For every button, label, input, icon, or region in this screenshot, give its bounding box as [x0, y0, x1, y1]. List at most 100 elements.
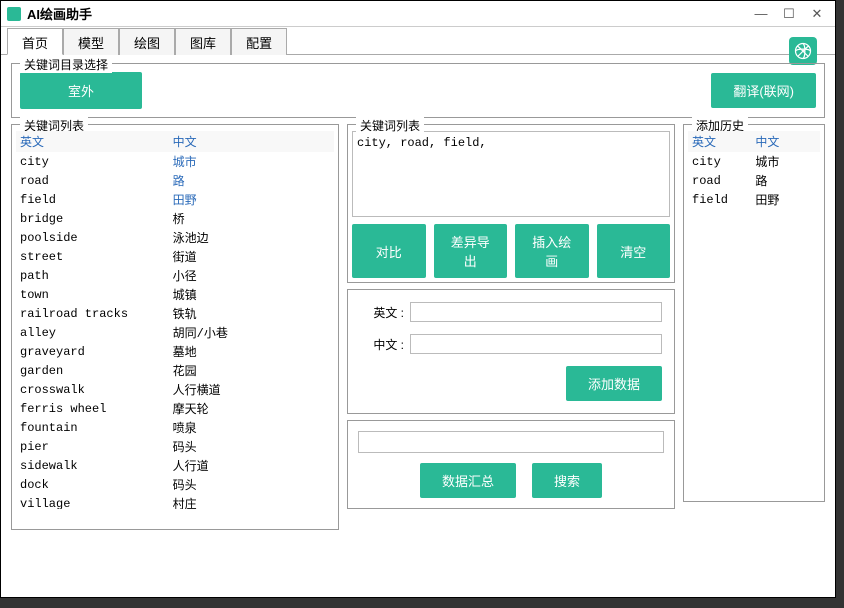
cell-en: pier — [16, 437, 169, 456]
table-row[interactable]: city城市 — [16, 152, 334, 171]
tab-0[interactable]: 首页 — [7, 28, 63, 55]
translate-button[interactable]: 翻译(联网) — [711, 73, 816, 108]
cell-en: city — [16, 152, 169, 171]
keyword-hscroll[interactable] — [16, 509, 334, 525]
tab-4[interactable]: 配置 — [231, 28, 287, 55]
table-row[interactable]: graveyard墓地 — [16, 342, 334, 361]
add-data-button[interactable]: 添加数据 — [566, 366, 662, 401]
cell-cn: 墓地 — [169, 342, 334, 361]
cell-en: graveyard — [16, 342, 169, 361]
cell-cn: 摩天轮 — [169, 399, 334, 418]
table-row[interactable]: street街道 — [16, 247, 334, 266]
cell-cn: 小径 — [169, 266, 334, 285]
outdoor-button[interactable]: 室外 — [20, 72, 142, 109]
col-en[interactable]: 英文 — [16, 131, 169, 152]
app-window: AI绘画助手 — ☐ ✕ 首页模型绘图图库配置 关键词目录选择 室外 翻译(联网… — [0, 0, 836, 598]
table-row[interactable]: bridge桥 — [16, 209, 334, 228]
cell-en: railroad tracks — [16, 304, 169, 323]
table-row[interactable]: fountain喷泉 — [16, 418, 334, 437]
search-panel: 数据汇总 搜索 — [347, 420, 675, 509]
cn-label: 中文 : — [360, 336, 404, 353]
table-row[interactable]: road路 — [16, 171, 334, 190]
cell-cn: 城市 — [751, 152, 820, 171]
table-row[interactable]: path小径 — [16, 266, 334, 285]
history-scroll[interactable]: 英文 中文 city城市road路field田野 — [688, 131, 820, 481]
tab-3[interactable]: 图库 — [175, 28, 231, 55]
maximize-button[interactable]: ☐ — [777, 5, 801, 23]
table-row[interactable]: town城镇 — [16, 285, 334, 304]
selected-keywords-textarea[interactable] — [352, 131, 670, 217]
table-row[interactable]: village村庄 — [16, 494, 334, 509]
table-row[interactable]: alley胡同/小巷 — [16, 323, 334, 342]
close-button[interactable]: ✕ — [805, 5, 829, 23]
cell-cn: 铁轨 — [169, 304, 334, 323]
hist-col-cn[interactable]: 中文 — [751, 131, 820, 152]
history-panel: 添加历史 英文 中文 city城市road路field田野 — [683, 124, 825, 502]
cn-input[interactable] — [410, 334, 662, 354]
search-input[interactable] — [358, 431, 664, 453]
compare-button[interactable]: 对比 — [352, 224, 426, 278]
cell-cn: 桥 — [169, 209, 334, 228]
cell-en: poolside — [16, 228, 169, 247]
cell-en: field — [688, 190, 751, 209]
cell-en: crosswalk — [16, 380, 169, 399]
cell-en: ferris wheel — [16, 399, 169, 418]
clear-button[interactable]: 清空 — [597, 224, 671, 278]
table-row[interactable]: city城市 — [688, 152, 820, 171]
cell-en: field — [16, 190, 169, 209]
search-button[interactable]: 搜索 — [532, 463, 602, 498]
cell-cn: 码头 — [169, 475, 334, 494]
cell-en: sidewalk — [16, 456, 169, 475]
cell-cn: 城市 — [169, 152, 334, 171]
table-row[interactable]: railroad tracks铁轨 — [16, 304, 334, 323]
table-row[interactable]: poolside泳池边 — [16, 228, 334, 247]
table-row[interactable]: field田野 — [688, 190, 820, 209]
cell-en: dock — [16, 475, 169, 494]
col-cn[interactable]: 中文 — [169, 131, 334, 152]
cell-cn: 城镇 — [169, 285, 334, 304]
selected-legend: 关键词列表 — [356, 117, 424, 134]
window-title: AI绘画助手 — [27, 4, 745, 23]
cell-cn: 泳池边 — [169, 228, 334, 247]
cell-en: road — [16, 171, 169, 190]
history-hscroll[interactable] — [688, 481, 820, 497]
minimize-button[interactable]: — — [749, 5, 773, 23]
table-row[interactable]: ferris wheel摩天轮 — [16, 399, 334, 418]
cell-en: alley — [16, 323, 169, 342]
cell-en: town — [16, 285, 169, 304]
en-input[interactable] — [410, 302, 662, 322]
en-label: 英文 : — [360, 304, 404, 321]
table-row[interactable]: garden花园 — [16, 361, 334, 380]
cell-cn: 田野 — [169, 190, 334, 209]
history-table: 英文 中文 city城市road路field田野 — [688, 131, 820, 209]
cell-en: fountain — [16, 418, 169, 437]
cell-en: village — [16, 494, 169, 509]
keyword-table: 英文 中文 city城市road路field田野bridge桥poolside泳… — [16, 131, 334, 509]
tab-1[interactable]: 模型 — [63, 28, 119, 55]
table-row[interactable]: sidewalk人行道 — [16, 456, 334, 475]
title-bar: AI绘画助手 — ☐ ✕ — [1, 1, 835, 27]
cell-cn: 街道 — [169, 247, 334, 266]
data-summary-button[interactable]: 数据汇总 — [420, 463, 516, 498]
app-icon — [7, 7, 21, 21]
tab-bar: 首页模型绘图图库配置 — [1, 27, 835, 55]
keyword-table-scroll[interactable]: 英文 中文 city城市road路field田野bridge桥poolside泳… — [16, 131, 334, 509]
keyword-dir-select: 关键词目录选择 室外 翻译(联网) — [11, 63, 825, 118]
insert-draw-button[interactable]: 插入绘画 — [515, 224, 589, 278]
cell-en: city — [688, 152, 751, 171]
table-row[interactable]: field田野 — [16, 190, 334, 209]
hist-col-en[interactable]: 英文 — [688, 131, 751, 152]
diff-export-button[interactable]: 差异导出 — [434, 224, 508, 278]
cell-en: road — [688, 171, 751, 190]
table-row[interactable]: dock码头 — [16, 475, 334, 494]
add-data-panel: 英文 : 中文 : 添加数据 — [347, 289, 675, 414]
table-row[interactable]: pier码头 — [16, 437, 334, 456]
table-row[interactable]: crosswalk人行横道 — [16, 380, 334, 399]
cell-cn: 人行道 — [169, 456, 334, 475]
cell-en: bridge — [16, 209, 169, 228]
cell-cn: 人行横道 — [169, 380, 334, 399]
table-row[interactable]: road路 — [688, 171, 820, 190]
cell-cn: 胡同/小巷 — [169, 323, 334, 342]
cell-cn: 花园 — [169, 361, 334, 380]
tab-2[interactable]: 绘图 — [119, 28, 175, 55]
